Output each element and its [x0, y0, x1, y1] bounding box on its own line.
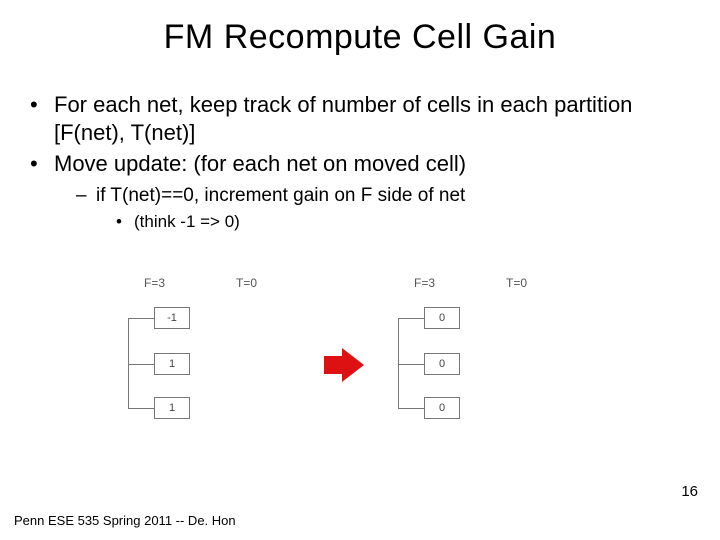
t-label: T=0 [506, 276, 527, 290]
bullet-level2: – if T(net)==0, increment gain on F side… [30, 184, 690, 208]
diagram-left: F=3 T=0 -1 1 1 [120, 276, 320, 436]
cell-box: 1 [154, 397, 190, 419]
slide-title: FM Recompute Cell Gain [0, 0, 720, 57]
cell-box: 1 [154, 353, 190, 375]
cell-box: 0 [424, 353, 460, 375]
bullet-level1: • For each net, keep track of number of … [30, 91, 690, 146]
bullet-text: (think -1 => 0) [134, 211, 240, 232]
bullet-dot: • [116, 211, 134, 232]
bullet-text: Move update: (for each net on moved cell… [54, 150, 690, 178]
wire [128, 318, 129, 408]
f-label: F=3 [144, 276, 165, 290]
cell-box: -1 [154, 307, 190, 329]
bullet-text: For each net, keep track of number of ce… [54, 91, 690, 146]
bullet-level3: • (think -1 => 0) [30, 211, 690, 232]
f-label: F=3 [414, 276, 435, 290]
bullet-level1: • Move update: (for each net on moved ce… [30, 150, 690, 178]
wire [128, 408, 154, 409]
wire [128, 364, 154, 365]
wire [128, 318, 154, 319]
wire [398, 318, 424, 319]
wire [398, 408, 424, 409]
content-area: • For each net, keep track of number of … [0, 57, 720, 233]
footer-text: Penn ESE 535 Spring 2011 -- De. Hon [14, 513, 236, 528]
bullet-dot: • [30, 150, 54, 178]
bullet-dash: – [76, 184, 96, 208]
t-label: T=0 [236, 276, 257, 290]
diagram: F=3 T=0 -1 1 1 F=3 T=0 0 0 0 [120, 276, 600, 446]
bullet-dot: • [30, 91, 54, 146]
page-number: 16 [681, 483, 698, 500]
wire [398, 318, 399, 408]
bullet-text: if T(net)==0, increment gain on F side o… [96, 184, 465, 208]
diagram-right: F=3 T=0 0 0 0 [390, 276, 590, 436]
cell-box: 0 [424, 307, 460, 329]
wire [398, 364, 424, 365]
cell-box: 0 [424, 397, 460, 419]
